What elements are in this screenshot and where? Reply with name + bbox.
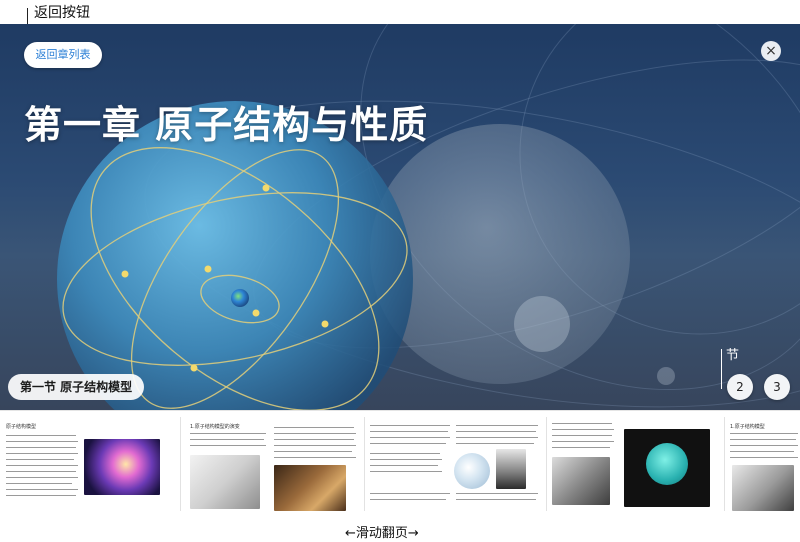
chapter-title: 第一章 原子结构与性质 [24,103,429,147]
app-screen: 返回章列表 × 第一章 原子结构与性质 第一节 原子结构模型 节 2 3 原子结… [0,24,800,516]
portrait-sketch-image [190,455,260,509]
page-thumbnail-2[interactable]: 1.原子结构模型的演变 [184,413,364,515]
nebula-image [84,439,160,495]
close-icon[interactable]: × [761,41,781,61]
annotation-back-button: 返回按钮 [34,5,90,21]
section-page-button-3[interactable]: 3 [764,374,790,400]
page-thumbnail-3[interactable] [368,413,544,515]
page-title: 1.原子结构模型的演变 [190,424,240,430]
page-title: 1.原子结构模型 [730,424,765,430]
scientist-photo [496,449,526,489]
chapter-hero: 返回章列表 × 第一章 原子结构与性质 第一节 原子结构模型 节 2 3 [0,24,800,410]
scientist-photo [732,465,794,511]
page-thumbnail-1[interactable]: 原子结构模型 [0,413,178,515]
annotation-pointer-line [721,349,722,389]
page-thumbnail-5[interactable]: 1.原子结构模型 [728,413,800,515]
atom-model-image [454,453,490,489]
lab-photo [552,457,610,505]
annotation-swipe: ←滑动翻页→ [345,526,419,541]
portrait-painting-image [274,465,346,511]
back-to-chapter-list-button[interactable]: 返回章列表 [24,42,102,68]
page-thumbnail-4[interactable] [550,413,722,515]
page-thumbnail-strip[interactable]: 原子结构模型 1.原子结构模型的演变 1.原子结构模型 [0,410,800,516]
nucleus [231,289,249,307]
current-section-chip[interactable]: 第一节 原子结构模型 [8,374,145,400]
atom-illustration [57,24,800,410]
section-page-button-2[interactable]: 2 [727,374,753,400]
annotation-section: 节 [726,348,740,363]
page-title: 原子结构模型 [6,424,37,430]
